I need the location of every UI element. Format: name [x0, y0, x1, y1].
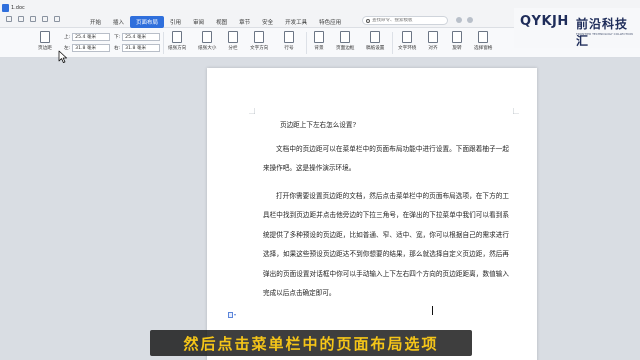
wps-writer-window: 1.doc 开始 插入 页面布局 引用 审阅 视图 章节 安全 开发工具 特色应…	[0, 0, 640, 360]
margin-right-value[interactable]: 31.8 毫米	[122, 44, 161, 52]
page-margin-icon	[39, 31, 50, 43]
text-direction-label: 文字方向	[250, 46, 269, 51]
margin-bottom-value[interactable]: 25.4 毫米	[122, 33, 161, 41]
paragraph: 文档中的页边距可以在菜单栏中的页面布局功能中进行设置。下面跟着柚子一起来操作吧。…	[263, 144, 509, 173]
page-border-icon	[340, 31, 351, 43]
tab-view[interactable]: 视图	[210, 16, 233, 28]
tab-page-layout[interactable]: 页面布局	[130, 16, 165, 28]
save-icon[interactable]	[18, 16, 24, 22]
document-workspace[interactable]: 页边距上下左右怎么设置? 文档中的页边距可以在菜单栏中的页面布局功能中进行设置。…	[0, 58, 640, 360]
text-direction-icon	[254, 31, 265, 43]
line-number-icon	[284, 31, 294, 43]
document-page[interactable]: 页边距上下左右怎么设置? 文档中的页边距可以在菜单栏中的页面布局功能中进行设置。…	[207, 68, 537, 360]
margin-top-field[interactable]: 上: 25.4 毫米	[64, 33, 111, 41]
rotate-icon	[452, 31, 462, 43]
search-input[interactable]	[372, 18, 444, 23]
logo-latin-text: QYKJH	[520, 14, 569, 29]
margin-corner-mark	[513, 108, 519, 114]
columns-icon	[228, 31, 238, 43]
margin-right-key: 右:	[114, 46, 121, 51]
paper-size-button[interactable]: 纸张大小	[198, 31, 216, 51]
sync-icon[interactable]	[456, 17, 462, 23]
selection-pane-icon	[478, 31, 489, 43]
draft-paper-icon	[370, 31, 381, 43]
tab-review[interactable]: 审阅	[187, 16, 210, 28]
margin-top-value[interactable]: 25.4 毫米	[72, 33, 111, 41]
document-heading: 页边距上下左右怎么设置?	[280, 121, 357, 129]
subtitle-text: 然后点击菜单栏中的页面布局选项	[183, 334, 439, 353]
background-icon	[314, 31, 324, 43]
align-icon	[428, 31, 438, 43]
logo-tagline: FRONTIER TECHNOLOGY COLLECTION	[576, 32, 633, 36]
paper-size-label: 纸张大小	[198, 46, 217, 51]
document-tab[interactable]: 1.doc	[2, 2, 42, 14]
text-cursor	[432, 306, 433, 315]
top-right-tools	[456, 17, 473, 23]
document-tab-label: 1.doc	[11, 5, 25, 11]
video-subtitle: 然后点击菜单栏中的页面布局选项	[150, 330, 472, 356]
paragraph-icon	[228, 311, 233, 318]
margin-right-field[interactable]: 右: 31.8 毫米	[114, 44, 161, 52]
selection-pane-button[interactable]: 选择窗格	[474, 31, 492, 51]
divider	[392, 32, 393, 54]
tab-home[interactable]: 开始	[84, 16, 107, 28]
tab-sections[interactable]: 章节	[233, 16, 256, 28]
rotate-label: 旋转	[452, 46, 462, 51]
page-border-button[interactable]: 页面边框	[336, 31, 354, 51]
quick-access-toolbar	[6, 16, 60, 22]
undo-icon[interactable]	[42, 16, 48, 22]
search-icon	[366, 18, 370, 23]
text-wrap-icon	[402, 31, 413, 43]
margin-left-value[interactable]: 31.8 毫米	[72, 44, 111, 52]
text-direction-button[interactable]: 文字方向	[250, 31, 268, 51]
divider	[306, 32, 307, 54]
selection-pane-label: 选择窗格	[474, 46, 493, 51]
margin-bottom-key: 下:	[114, 35, 121, 40]
tab-developer[interactable]: 开发工具	[279, 16, 313, 28]
margin-left-field[interactable]: 左: 31.8 毫米	[64, 44, 111, 52]
channel-logo: QYKJH 前沿科技汇 FRONTIER TECHNOLOGY COLLECTI…	[514, 8, 640, 48]
mouse-pointer-icon	[58, 50, 67, 63]
text-wrap-label: 文字环绕	[398, 46, 417, 51]
background-label: 背景	[314, 46, 324, 51]
margin-corner-mark	[249, 108, 255, 114]
command-search[interactable]	[362, 16, 448, 25]
redo-icon[interactable]	[54, 16, 60, 22]
background-button[interactable]: 背景	[314, 31, 324, 51]
page-border-label: 页面边框	[336, 46, 355, 51]
chevron-down-icon: ▾	[234, 312, 237, 317]
line-number-button[interactable]: 行号	[284, 31, 294, 51]
margin-top-key: 上:	[64, 35, 71, 40]
page-margin-button[interactable]: 页边距	[38, 31, 52, 51]
rotate-button[interactable]: 旋转	[452, 31, 462, 51]
document-body[interactable]: 页边距上下左右怎么设置? 文档中的页边距可以在菜单栏中的页面布局功能中进行设置。…	[263, 116, 509, 304]
orientation-label: 纸张方向	[168, 46, 187, 51]
draft-paper-label: 稿纸设置	[366, 46, 385, 51]
align-button[interactable]: 对齐	[428, 31, 438, 51]
columns-button[interactable]: 分栏	[228, 31, 238, 51]
tab-references[interactable]: 引用	[164, 16, 187, 28]
align-label: 对齐	[428, 46, 438, 51]
line-number-label: 行号	[284, 46, 294, 51]
tab-security[interactable]: 安全	[256, 16, 279, 28]
orientation-icon	[172, 31, 183, 43]
paper-size-icon	[202, 31, 213, 43]
document-icon	[2, 4, 9, 12]
orientation-button[interactable]: 纸张方向	[168, 31, 186, 51]
tab-features[interactable]: 特色应用	[313, 16, 347, 28]
draft-paper-button[interactable]: 稿纸设置	[366, 31, 384, 51]
tab-insert[interactable]: 插入	[107, 16, 130, 28]
columns-label: 分栏	[228, 46, 238, 51]
margin-bottom-field[interactable]: 下: 25.4 毫米	[114, 33, 161, 41]
menu-tabs: 开始 插入 页面布局 引用 审阅 视图 章节 安全 开发工具 特色应用	[84, 16, 347, 28]
print-icon[interactable]	[30, 16, 36, 22]
paragraph: 打开你需要设置页边距的文档，然后点击菜单栏中的页面布局选项，在下方的工具栏中找到…	[263, 191, 509, 298]
page-margin-label: 页边距	[38, 46, 52, 51]
text-wrap-button[interactable]: 文字环绕	[398, 31, 416, 51]
user-icon[interactable]	[467, 17, 473, 23]
menu-icon[interactable]	[6, 16, 12, 22]
divider	[163, 32, 164, 54]
paragraph-layout-marker[interactable]: ▾	[228, 311, 238, 318]
